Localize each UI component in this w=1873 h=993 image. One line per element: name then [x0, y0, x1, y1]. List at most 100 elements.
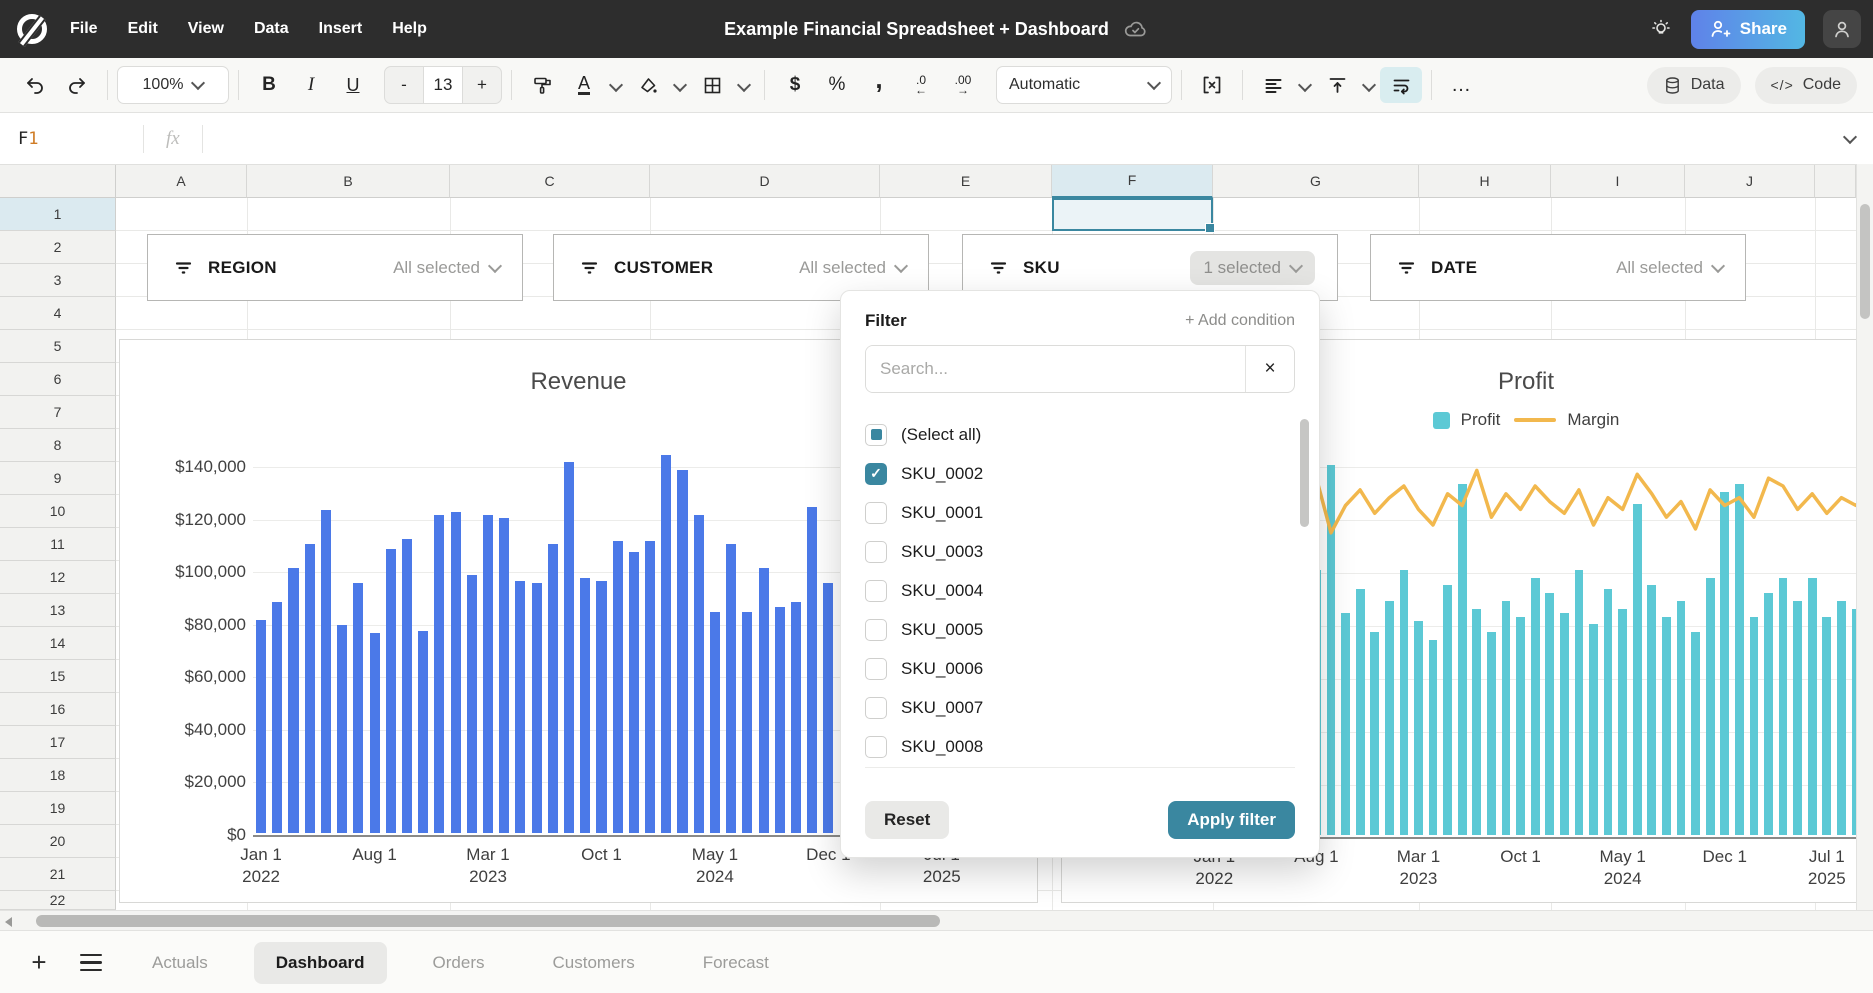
horizontal-align-chevron-icon[interactable]: [1298, 78, 1312, 92]
row-header-20[interactable]: 20: [0, 825, 116, 858]
checkbox-unchecked[interactable]: [865, 736, 887, 758]
column-header-C[interactable]: C: [450, 164, 650, 198]
filter-option-selectall[interactable]: (Select all): [865, 415, 1295, 454]
number-format-select[interactable]: Automatic: [996, 66, 1172, 104]
row-header-7[interactable]: 7: [0, 396, 116, 429]
row-header-11[interactable]: 11: [0, 528, 116, 561]
column-header-I[interactable]: I: [1551, 164, 1685, 198]
undo-button[interactable]: [14, 67, 56, 103]
grid-corner-cell[interactable]: [0, 164, 116, 198]
horizontal-scrollbar-thumb[interactable]: [36, 915, 940, 927]
row-header-17[interactable]: 17: [0, 726, 116, 759]
column-header-D[interactable]: D: [650, 164, 880, 198]
column-header-F[interactable]: F: [1052, 164, 1213, 198]
menu-edit[interactable]: Edit: [128, 20, 158, 38]
font-size-value[interactable]: 13: [423, 67, 463, 103]
row-header-14[interactable]: 14: [0, 627, 116, 660]
checkbox-unchecked[interactable]: [865, 580, 887, 602]
add-condition-button[interactable]: + Add condition: [1185, 312, 1295, 330]
row-header-19[interactable]: 19: [0, 792, 116, 825]
row-header-9[interactable]: 9: [0, 462, 116, 495]
menu-data[interactable]: Data: [254, 20, 289, 38]
row-header-12[interactable]: 12: [0, 561, 116, 594]
filter-option-sku_0008[interactable]: SKU_0008: [865, 727, 1295, 766]
sheet-tab-customers[interactable]: Customers: [531, 942, 657, 984]
paint-format-button[interactable]: [521, 67, 563, 103]
sheet-list-menu-icon[interactable]: [80, 954, 102, 972]
row-header-13[interactable]: 13: [0, 594, 116, 627]
app-logo-icon[interactable]: [16, 13, 48, 45]
zoom-select[interactable]: 100%: [117, 66, 229, 104]
filter-chip-region[interactable]: REGIONAll selected: [147, 234, 523, 301]
row-header-5[interactable]: 5: [0, 330, 116, 363]
more-tools-button[interactable]: …: [1441, 67, 1483, 103]
filter-chip-value[interactable]: 1 selected: [1190, 251, 1316, 285]
add-sheet-button[interactable]: +: [22, 947, 56, 978]
row-header-4[interactable]: 4: [0, 297, 116, 330]
comma-format-button[interactable]: ,: [858, 61, 900, 109]
menu-view[interactable]: View: [188, 20, 224, 38]
filter-option-sku_0007[interactable]: SKU_0007: [865, 688, 1295, 727]
sheet-tab-forecast[interactable]: Forecast: [681, 942, 791, 984]
checkbox-unchecked[interactable]: [865, 658, 887, 680]
document-title[interactable]: Example Financial Spreadsheet + Dashboar…: [724, 19, 1109, 40]
increase-decimal-button[interactable]: .00→: [942, 67, 984, 103]
filter-chip-date[interactable]: DATEAll selected: [1370, 234, 1746, 301]
row-header-18[interactable]: 18: [0, 759, 116, 792]
fill-color-chevron-icon[interactable]: [673, 78, 687, 92]
row-header-15[interactable]: 15: [0, 660, 116, 693]
borders-chevron-icon[interactable]: [737, 78, 751, 92]
vertical-align-chevron-icon[interactable]: [1362, 78, 1376, 92]
apply-filter-button[interactable]: Apply filter: [1168, 801, 1295, 839]
checkbox-indeterminate[interactable]: [865, 424, 887, 446]
column-header-B[interactable]: B: [247, 164, 450, 198]
filter-option-sku_0001[interactable]: SKU_0001: [865, 493, 1295, 532]
menu-file[interactable]: File: [70, 20, 98, 38]
checkbox-unchecked[interactable]: [865, 541, 887, 563]
vertical-scrollbar-thumb[interactable]: [1860, 204, 1870, 319]
scroll-left-arrow-icon[interactable]: [5, 917, 12, 927]
text-color-button[interactable]: A: [563, 67, 605, 103]
menu-insert[interactable]: Insert: [319, 20, 363, 38]
filter-search-input[interactable]: [866, 346, 1245, 392]
filter-option-sku_0004[interactable]: SKU_0004: [865, 571, 1295, 610]
sheet-tab-dashboard[interactable]: Dashboard: [254, 942, 387, 984]
font-size-decrease[interactable]: -: [385, 67, 423, 103]
row-header-22[interactable]: 22: [0, 891, 116, 910]
selected-cell-F1[interactable]: [1052, 198, 1213, 231]
cell-reference-box[interactable]: F1: [0, 129, 143, 149]
italic-button[interactable]: I: [290, 67, 332, 103]
percent-format-button[interactable]: %: [816, 67, 858, 103]
checkbox-unchecked[interactable]: [865, 502, 887, 524]
row-header-21[interactable]: 21: [0, 858, 116, 891]
clear-search-button[interactable]: ×: [1245, 346, 1294, 392]
decrease-decimal-button[interactable]: .0←: [900, 67, 942, 103]
merge-cells-button[interactable]: [1191, 67, 1233, 103]
filter-chip-value[interactable]: All selected: [393, 258, 500, 278]
text-wrap-button[interactable]: [1380, 67, 1422, 103]
menu-help[interactable]: Help: [392, 20, 427, 38]
filter-chip-value[interactable]: All selected: [799, 258, 906, 278]
fill-handle[interactable]: [1205, 223, 1215, 233]
row-header-10[interactable]: 10: [0, 495, 116, 528]
checkbox-checked[interactable]: [865, 463, 887, 485]
filter-chip-value[interactable]: All selected: [1616, 258, 1723, 278]
data-panel-button[interactable]: Data: [1647, 67, 1741, 104]
checkbox-unchecked[interactable]: [865, 619, 887, 641]
filter-option-sku_0006[interactable]: SKU_0006: [865, 649, 1295, 688]
filter-option-sku_0002[interactable]: SKU_0002: [865, 454, 1295, 493]
account-avatar-button[interactable]: [1823, 10, 1861, 48]
column-header-H[interactable]: H: [1419, 164, 1551, 198]
text-color-chevron-icon[interactable]: [609, 78, 623, 92]
fill-color-button[interactable]: [627, 67, 669, 103]
underline-button[interactable]: U: [332, 67, 374, 103]
row-header-1[interactable]: 1: [0, 198, 116, 231]
filter-option-sku_0003[interactable]: SKU_0003: [865, 532, 1295, 571]
column-header-J[interactable]: J: [1685, 164, 1815, 198]
borders-button[interactable]: [691, 67, 733, 103]
filter-option-sku_0005[interactable]: SKU_0005: [865, 610, 1295, 649]
vertical-scrollbar[interactable]: [1856, 164, 1873, 910]
column-header-G[interactable]: G: [1213, 164, 1419, 198]
column-header-A[interactable]: A: [116, 164, 247, 198]
code-panel-button[interactable]: </> Code: [1755, 67, 1858, 104]
